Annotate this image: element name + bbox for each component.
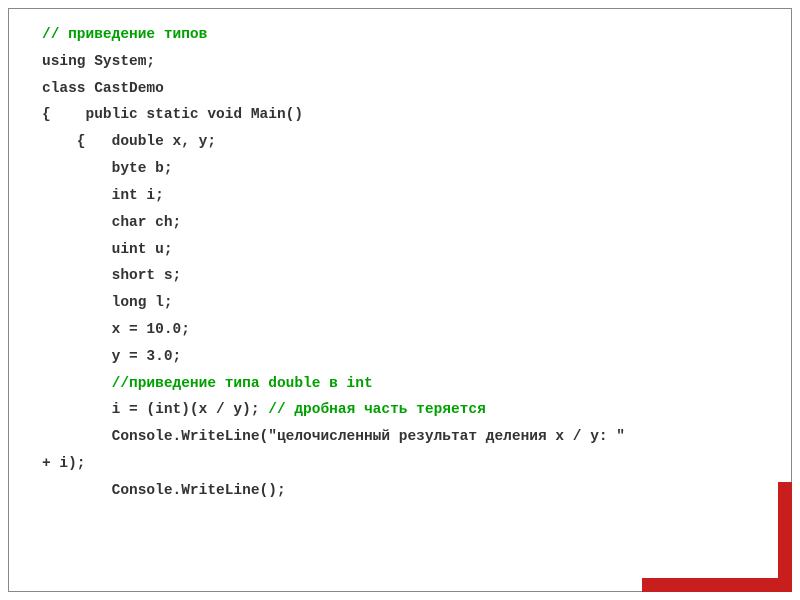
code-line: x = 10.0; (42, 317, 758, 344)
code-text: { double x, y; (42, 134, 216, 150)
code-line: Console.WriteLine(); (42, 478, 758, 505)
code-text: long l; (42, 295, 173, 311)
code-line: char ch; (42, 210, 758, 237)
code-text: char ch; (42, 215, 181, 231)
code-line: using System; (42, 49, 758, 76)
code-line: short s; (42, 263, 758, 290)
code-line: Console.WriteLine("целочисленный результ… (42, 424, 758, 451)
code-comment: //приведение типа double в int (42, 376, 373, 392)
code-text: using System; (42, 54, 155, 70)
code-text: uint u; (42, 242, 173, 258)
code-text: class CastDemo (42, 81, 164, 97)
code-text: x = 10.0; (42, 322, 190, 338)
code-comment: // приведение типов (42, 27, 207, 43)
code-text: { public static void Main() (42, 107, 303, 123)
code-line: byte b; (42, 156, 758, 183)
code-text: int i; (42, 188, 164, 204)
code-text: y = 3.0; (42, 349, 181, 365)
code-line: { public static void Main() (42, 102, 758, 129)
code-comment: // дробная часть теряется (268, 402, 486, 418)
code-block: // приведение типов using System; class Ca… (42, 22, 758, 505)
code-line: class CastDemo (42, 76, 758, 103)
code-line: // приведение типов (42, 22, 758, 49)
code-line: i = (int)(x / y); // дробная часть теряе… (42, 397, 758, 424)
code-line: //приведение типа double в int (42, 371, 758, 398)
code-text: i = (int)(x / y); (42, 402, 268, 418)
code-text: short s; (42, 268, 181, 284)
code-line: uint u; (42, 237, 758, 264)
code-text: byte b; (42, 161, 173, 177)
code-text: Console.WriteLine("целочисленный результ… (42, 429, 634, 445)
code-text: + i); (42, 456, 86, 472)
code-text: Console.WriteLine(); (42, 483, 286, 499)
code-line: y = 3.0; (42, 344, 758, 371)
code-line: long l; (42, 290, 758, 317)
code-line: { double x, y; (42, 129, 758, 156)
code-line: int i; (42, 183, 758, 210)
code-line: + i); (42, 451, 758, 478)
